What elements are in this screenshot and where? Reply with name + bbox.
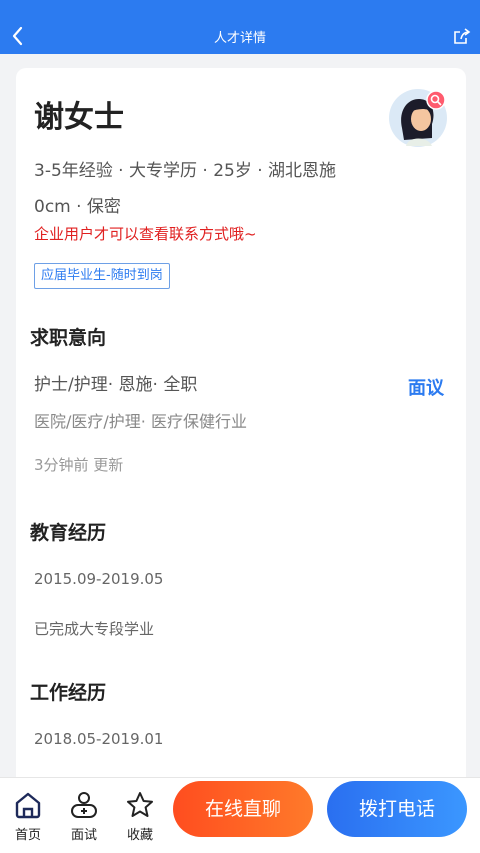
candidate-summary: 3-5年经验 · 大专学历 · 25岁 · 湖北恩施 bbox=[34, 161, 337, 181]
update-time: 3分钟前 更新 bbox=[34, 456, 124, 474]
work-section-title: 工作经历 bbox=[30, 682, 107, 704]
home-icon bbox=[15, 792, 41, 819]
share-icon[interactable] bbox=[452, 27, 472, 47]
contact-notice: 企业用户才可以查看联系方式哦~ bbox=[34, 225, 257, 243]
top-bar: 人才详情 bbox=[0, 0, 480, 54]
page-title: 人才详情 bbox=[213, 31, 266, 46]
nav-interview-label: 面试 bbox=[70, 828, 97, 843]
salary-value: 面议 bbox=[408, 378, 444, 399]
nav-home-label: 首页 bbox=[14, 828, 41, 843]
bottom-bar: 首页 面试 收藏 在线直聊 拨打电话 bbox=[0, 777, 480, 853]
online-chat-button[interactable]: 在线直聊 bbox=[173, 781, 313, 837]
nav-home[interactable]: 首页 bbox=[8, 790, 48, 843]
candidate-height-marital: 0cm · 保密 bbox=[34, 197, 121, 217]
education-description: 已完成大专段学业 bbox=[34, 620, 155, 638]
resume-card: 谢女士 3-5年经验 · 大专学历 · 25岁 · 湖北恩施 0cm · 保密 … bbox=[16, 68, 466, 788]
intent-industry: 医院/医疗/护理· 医疗保健行业 bbox=[34, 412, 247, 431]
work-dates: 2018.05-2019.01 bbox=[34, 730, 164, 748]
status-badge: 应届毕业生-随时到岗 bbox=[34, 263, 170, 289]
nav-favorites[interactable]: 收藏 bbox=[120, 790, 160, 843]
call-button[interactable]: 拨打电话 bbox=[327, 781, 467, 837]
education-section-title: 教育经历 bbox=[30, 522, 107, 544]
education-dates: 2015.09-2019.05 bbox=[34, 570, 164, 588]
avatar bbox=[389, 89, 447, 147]
star-icon bbox=[127, 792, 153, 817]
intent-position: 护士/护理· 恩施· 全职 bbox=[34, 375, 198, 395]
nav-favorites-label: 收藏 bbox=[126, 828, 153, 843]
interview-icon bbox=[71, 792, 97, 818]
candidate-name: 谢女士 bbox=[34, 100, 124, 135]
nav-interview[interactable]: 面试 bbox=[64, 790, 104, 843]
intent-section-title: 求职意向 bbox=[30, 327, 107, 349]
